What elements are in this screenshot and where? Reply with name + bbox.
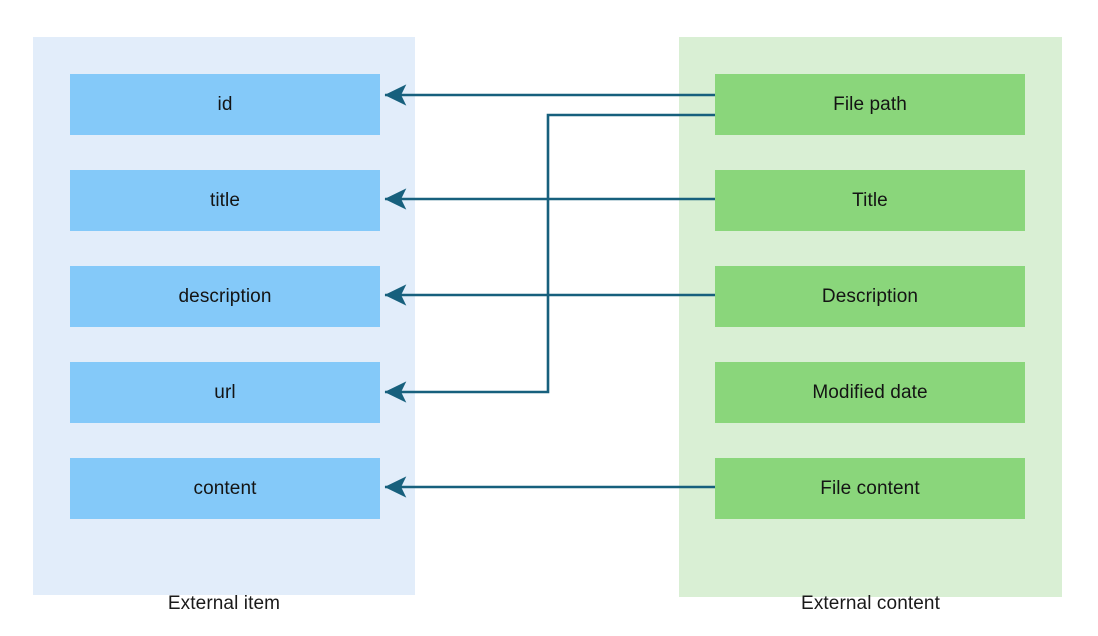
field-box-title-source[interactable]: Title [715,170,1025,231]
external-content-panel-caption: External content [801,593,940,614]
external-item-panel-caption: External item [167,593,281,614]
field-box-file-path[interactable]: File path [715,74,1025,135]
field-box-content[interactable]: content [70,458,380,519]
field-box-url[interactable]: url [70,362,380,423]
field-box-description[interactable]: description [70,266,380,327]
diagram-canvas: External item External content id title … [0,0,1098,636]
field-box-modified-date[interactable]: Modified date [715,362,1025,423]
field-box-id[interactable]: id [70,74,380,135]
field-box-title[interactable]: title [70,170,380,231]
field-box-file-content[interactable]: File content [715,458,1025,519]
field-box-description-source[interactable]: Description [715,266,1025,327]
connector-file-path-to-url [384,113,715,403]
